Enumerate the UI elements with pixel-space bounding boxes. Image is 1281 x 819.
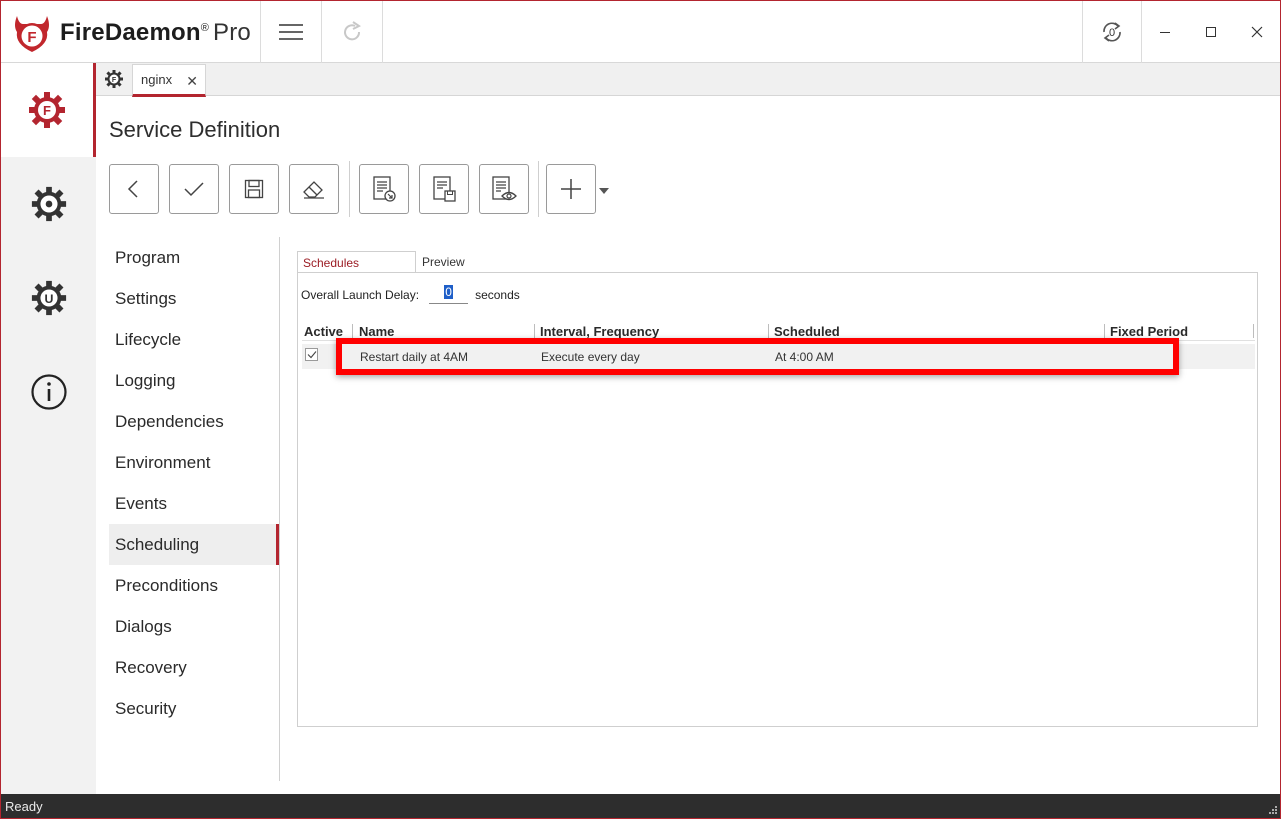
column-header-fixed-period[interactable]: Fixed Period (1110, 324, 1188, 339)
nav-item-dialogs[interactable]: Dialogs (109, 606, 279, 647)
info-icon (30, 374, 67, 410)
checkmark-icon (307, 351, 316, 359)
nav-item-preconditions[interactable]: Preconditions (109, 565, 279, 606)
maximize-icon (1206, 27, 1216, 37)
close-icon (1251, 26, 1263, 38)
save-button[interactable] (229, 164, 279, 214)
redo-icon (344, 21, 361, 41)
settings-gear-icon (31, 186, 66, 222)
refresh-counter-button[interactable]: 0 (1083, 1, 1141, 63)
rail-item-settings[interactable] (1, 157, 96, 251)
column-header-scheduled[interactable]: Scheduled (774, 324, 840, 339)
tab-nginx[interactable]: nginx ✕ (132, 64, 206, 97)
active-checkbox[interactable] (305, 348, 318, 361)
nav-item-lifecycle[interactable]: Lifecycle (109, 319, 279, 360)
svg-text:F: F (43, 103, 51, 118)
resize-grip-icon[interactable] (1267, 806, 1277, 816)
apply-button[interactable] (169, 164, 219, 214)
status-bar: Ready (1, 794, 1280, 818)
app-window: F FireDaemon® Pro 0 F U F nginx ✕ Servic… (0, 0, 1281, 819)
table-row[interactable]: Restart daily at 4AM Execute every day A… (302, 344, 1255, 369)
redo-button[interactable] (322, 1, 382, 63)
close-button[interactable] (1234, 1, 1280, 63)
service-gear-icon: F (105, 70, 123, 88)
app-title: FireDaemon® Pro (60, 19, 251, 46)
preview-button[interactable] (479, 164, 529, 214)
menu-button[interactable] (261, 1, 321, 63)
nav-item-logging[interactable]: Logging (109, 360, 279, 401)
refresh-counter-icon: 0 (1103, 22, 1121, 42)
eraser-icon (303, 181, 324, 199)
import-button[interactable] (359, 164, 409, 214)
back-icon (127, 180, 138, 198)
svg-text:U: U (44, 292, 53, 306)
chevron-down-icon (599, 188, 609, 194)
nav-item-scheduling[interactable]: Scheduling (109, 524, 279, 565)
svg-text:F: F (112, 77, 117, 84)
schedules-panel: Overall Launch Delay: 0 seconds Active N… (297, 272, 1258, 727)
update-icon: U (31, 280, 66, 316)
column-header-interval[interactable]: Interval, Frequency (540, 324, 659, 339)
status-text: Ready (5, 799, 43, 814)
rail-item-info[interactable] (1, 345, 96, 439)
section-nav: Program Settings Lifecycle Logging Depen… (109, 237, 279, 729)
launch-delay-unit: seconds (475, 287, 520, 302)
schedule-grid-header: Active Name Interval, Frequency Schedule… (302, 323, 1255, 341)
title-bar: F FireDaemon® Pro 0 (1, 1, 1280, 63)
minimize-button[interactable] (1142, 1, 1188, 63)
nav-item-program[interactable]: Program (109, 237, 279, 278)
apply-icon (184, 182, 204, 197)
tab-close-icon[interactable]: ✕ (186, 73, 198, 90)
svg-text:F: F (27, 29, 36, 46)
nav-item-settings[interactable]: Settings (109, 278, 279, 319)
launch-delay-input[interactable]: 0 (429, 285, 469, 304)
column-header-active[interactable]: Active (304, 324, 343, 339)
document-tabstrip: F nginx ✕ (96, 63, 1280, 97)
maximize-button[interactable] (1188, 1, 1234, 63)
nav-item-recovery[interactable]: Recovery (109, 647, 279, 688)
launch-delay-row: Overall Launch Delay: 0 seconds (301, 285, 520, 304)
column-header-name[interactable]: Name (359, 324, 394, 339)
back-button[interactable] (109, 164, 159, 214)
export-document-icon (433, 176, 456, 202)
add-dropdown-button[interactable] (598, 183, 610, 201)
app-logo: F FireDaemon® Pro (11, 12, 251, 54)
add-icon (561, 179, 581, 199)
firedaemon-services-icon: F (29, 92, 65, 128)
rail-item-update[interactable]: U (1, 251, 96, 345)
save-icon (244, 179, 264, 199)
nav-item-environment[interactable]: Environment (109, 442, 279, 483)
cell-interval: Execute every day (541, 350, 640, 364)
nav-item-security[interactable]: Security (109, 688, 279, 729)
nav-item-dependencies[interactable]: Dependencies (109, 401, 279, 442)
preview-document-icon (492, 176, 517, 201)
home-tab[interactable]: F (100, 66, 128, 92)
tab-schedules[interactable]: Schedules (297, 251, 416, 273)
minimize-icon (1160, 32, 1170, 33)
firedaemon-logo-icon: F (15, 16, 49, 52)
menu-icon (279, 24, 303, 40)
add-button[interactable] (546, 164, 596, 214)
svg-text:0: 0 (1109, 27, 1115, 39)
cell-name: Restart daily at 4AM (360, 350, 469, 364)
page-title: Service Definition (109, 117, 281, 142)
nav-divider (279, 237, 280, 781)
tab-label: nginx (141, 72, 173, 87)
export-button[interactable] (419, 164, 469, 214)
import-document-icon (373, 176, 396, 202)
cell-scheduled: At 4:00 AM (775, 350, 834, 364)
nav-item-events[interactable]: Events (109, 483, 279, 524)
left-rail: F U (1, 63, 96, 794)
clear-button[interactable] (289, 164, 339, 214)
rail-item-services[interactable]: F (1, 63, 96, 157)
tab-preview[interactable]: Preview (417, 251, 477, 273)
launch-delay-label: Overall Launch Delay: (301, 287, 420, 302)
